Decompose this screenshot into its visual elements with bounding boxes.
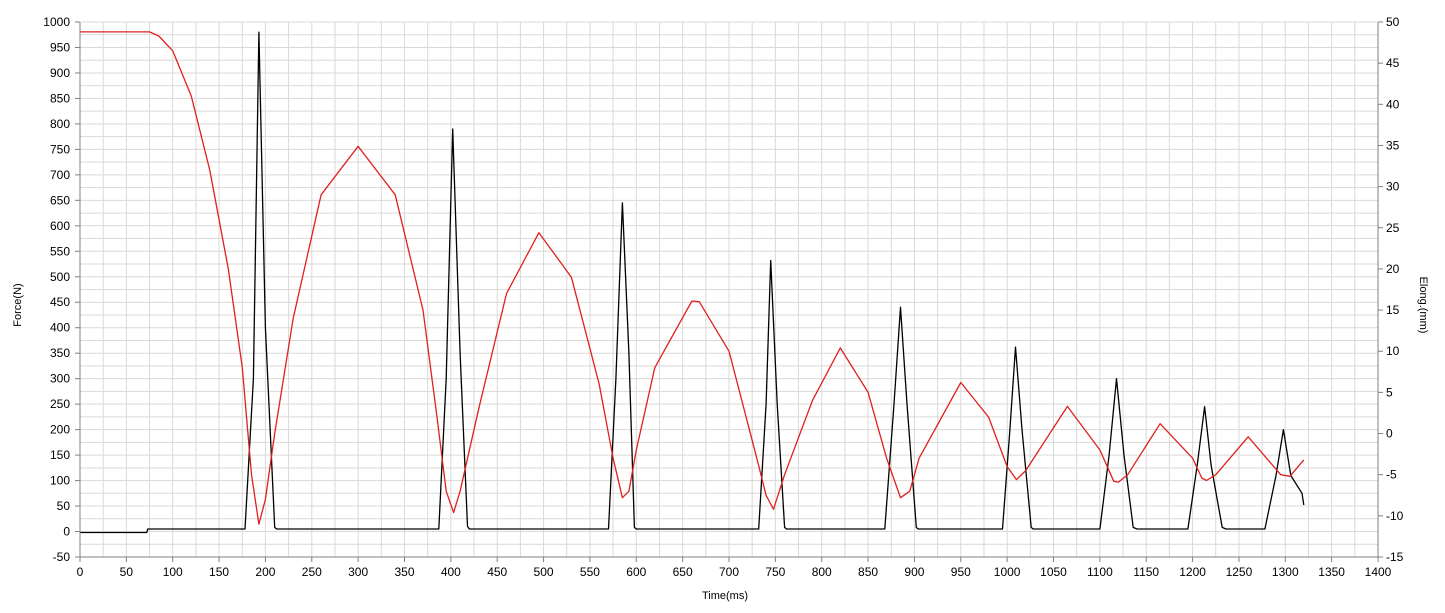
y-tick-label: 550 bbox=[50, 244, 70, 258]
x-tick-label: 800 bbox=[812, 565, 832, 579]
y2-tick-label: 45 bbox=[1386, 56, 1400, 70]
y-tick-label: 800 bbox=[50, 117, 70, 131]
x-tick-label: 100 bbox=[163, 565, 183, 579]
x-tick-label: 450 bbox=[487, 565, 507, 579]
y-tick-label: 700 bbox=[50, 168, 70, 182]
force-series-line bbox=[80, 31, 1305, 534]
y-tick-label: 1000 bbox=[43, 15, 70, 29]
x-tick-label: 1400 bbox=[1365, 565, 1392, 579]
y2-tick-label: 10 bbox=[1386, 344, 1400, 358]
y2-tick-label: 20 bbox=[1386, 262, 1400, 276]
y2-tick-label: 30 bbox=[1386, 180, 1400, 194]
y-tick-label: 300 bbox=[50, 372, 70, 386]
x-tick-label: 950 bbox=[951, 565, 971, 579]
x-tick-label: 350 bbox=[394, 565, 414, 579]
x-tick-label: 700 bbox=[719, 565, 739, 579]
y-tick-label: 900 bbox=[50, 66, 70, 80]
y-tick-labels: -50 0 50 100 150 200 250 300 350 400 450 500 550 600 6… bbox=[43, 15, 70, 564]
y-axis-title: Force(N) bbox=[12, 283, 24, 326]
y-tick-label: -50 bbox=[53, 550, 71, 564]
y2-tick-label: 5 bbox=[1386, 385, 1393, 399]
y2-tick-label: 40 bbox=[1386, 97, 1400, 111]
chart-container: 0 50 100 150 200 250 300 350 400 450 500 550 600 650 7… bbox=[0, 0, 1445, 608]
y-tick-label: 750 bbox=[50, 142, 70, 156]
y2-tick-label: -15 bbox=[1386, 550, 1404, 564]
y2-axis-title: Elong.(mm) bbox=[1417, 277, 1429, 334]
x-tick-label: 600 bbox=[626, 565, 646, 579]
x-tick-label: 1300 bbox=[1272, 565, 1299, 579]
y2-tick-labels: -15 -10 -5 0 5 10 15 20 25 30 35 40 45 50 bbox=[1386, 15, 1404, 564]
x-tick-label: 0 bbox=[77, 565, 84, 579]
y2-tick-label: 0 bbox=[1386, 427, 1393, 441]
x-tick-label: 900 bbox=[904, 565, 924, 579]
series-layer bbox=[80, 31, 1305, 534]
y2-tick-label: 15 bbox=[1386, 303, 1400, 317]
x-tick-label: 1050 bbox=[1040, 565, 1067, 579]
x-tick-label: 200 bbox=[255, 565, 275, 579]
y2-tick-label: -5 bbox=[1386, 468, 1397, 482]
y-tick-label: 200 bbox=[50, 423, 70, 437]
x-tick-label: 50 bbox=[120, 565, 134, 579]
y-tick-label: 600 bbox=[50, 219, 70, 233]
x-tick-label: 1100 bbox=[1087, 565, 1113, 579]
x-tick-label: 1200 bbox=[1179, 565, 1206, 579]
y-tick-label: 450 bbox=[50, 295, 70, 309]
x-tick-label: 850 bbox=[858, 565, 878, 579]
x-tick-label: 550 bbox=[580, 565, 600, 579]
y-tick-label: 50 bbox=[57, 499, 71, 513]
y2-tick-label: -10 bbox=[1386, 509, 1404, 523]
y-tick-label: 500 bbox=[50, 270, 70, 284]
y-tick-label: 950 bbox=[50, 40, 70, 54]
y2-tick-label: 35 bbox=[1386, 138, 1400, 152]
y-tick-label: 400 bbox=[50, 321, 70, 335]
x-tick-label: 1350 bbox=[1318, 565, 1345, 579]
x-tick-label: 150 bbox=[209, 565, 229, 579]
x-axis-title: Time(ms) bbox=[702, 590, 748, 602]
x-tick-label: 500 bbox=[534, 565, 554, 579]
y-tick-label: 150 bbox=[50, 448, 70, 462]
x-tick-label: 750 bbox=[765, 565, 785, 579]
x-tick-label: 250 bbox=[302, 565, 322, 579]
y-tick-label: 850 bbox=[50, 91, 70, 105]
y2-tick-label: 25 bbox=[1386, 221, 1400, 235]
y-tick-label: 350 bbox=[50, 346, 70, 360]
x-tick-label: 1250 bbox=[1226, 565, 1253, 579]
force-elongation-chart: 0 50 100 150 200 250 300 350 400 450 500 550 600 650 7… bbox=[12, 15, 1429, 602]
grid-lines bbox=[79, 21, 1379, 558]
y2-tick-label: 50 bbox=[1386, 15, 1400, 29]
x-tick-label: 400 bbox=[441, 565, 461, 579]
x-tick-labels: 0 50 100 150 200 250 300 350 400 450 500 550 600 650 7… bbox=[77, 565, 1392, 579]
y-tick-label: 100 bbox=[50, 474, 70, 488]
elongation-series-line bbox=[80, 31, 1305, 525]
y-tick-label: 0 bbox=[63, 525, 70, 539]
y-tick-label: 250 bbox=[50, 397, 70, 411]
x-tick-label: 650 bbox=[673, 565, 693, 579]
x-tick-label: 1150 bbox=[1133, 565, 1159, 579]
x-tick-label: 300 bbox=[348, 565, 368, 579]
y-tick-label: 650 bbox=[50, 193, 70, 207]
x-tick-label: 1000 bbox=[994, 565, 1021, 579]
